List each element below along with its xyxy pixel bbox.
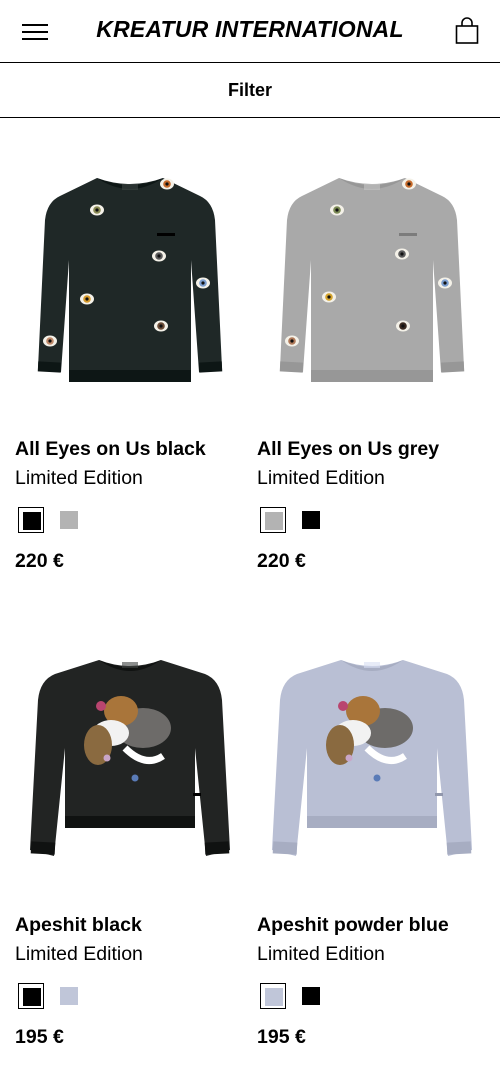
product-price: 195 € (257, 1026, 306, 1048)
color-swatch[interactable] (298, 983, 324, 1009)
product-image[interactable] (257, 150, 487, 410)
product-title[interactable]: All Eyes on Us black (15, 438, 206, 461)
sweatshirt-illustration (279, 178, 465, 382)
product-subtitle: Limited Edition (257, 943, 385, 965)
product-card: All Eyes on Us grey Limited Edition 220 … (257, 150, 487, 580)
color-swatch[interactable] (260, 983, 286, 1009)
sweatshirt-illustration (37, 178, 223, 382)
product-subtitle: Limited Edition (257, 467, 385, 489)
product-card: Apeshit black Limited Edition 195 € (15, 628, 245, 1058)
filter-label: Filter (227, 79, 272, 100)
color-swatch[interactable] (18, 983, 44, 1009)
product-image[interactable] (257, 628, 487, 888)
color-swatch[interactable] (56, 507, 82, 533)
color-swatch[interactable] (18, 507, 44, 533)
product-price: 220 € (257, 550, 306, 572)
product-card: All Eyes on Us black Limited Edition 220… (15, 150, 245, 580)
color-swatch[interactable] (298, 507, 324, 533)
product-card: Apeshit powder blue Limited Edition 195 … (257, 628, 487, 1058)
filter-button[interactable]: Filter (0, 63, 500, 118)
sweatshirt-illustration (30, 660, 230, 856)
product-title[interactable]: Apeshit powder blue (257, 914, 449, 937)
product-price: 195 € (15, 1026, 64, 1048)
product-subtitle: Limited Edition (15, 467, 143, 489)
product-image[interactable] (15, 150, 245, 410)
color-swatch[interactable] (56, 983, 82, 1009)
product-title[interactable]: All Eyes on Us grey (257, 438, 439, 461)
product-price: 220 € (15, 550, 64, 572)
shopping-bag-icon[interactable] (455, 17, 479, 45)
product-image[interactable] (15, 628, 245, 888)
brand-logo[interactable]: KREATUR INTERNATIONAL (0, 16, 500, 43)
site-header: KREATUR INTERNATIONAL (0, 0, 500, 63)
sweatshirt-illustration (272, 660, 472, 856)
product-title[interactable]: Apeshit black (15, 914, 142, 937)
color-swatch[interactable] (260, 507, 286, 533)
product-subtitle: Limited Edition (15, 943, 143, 965)
